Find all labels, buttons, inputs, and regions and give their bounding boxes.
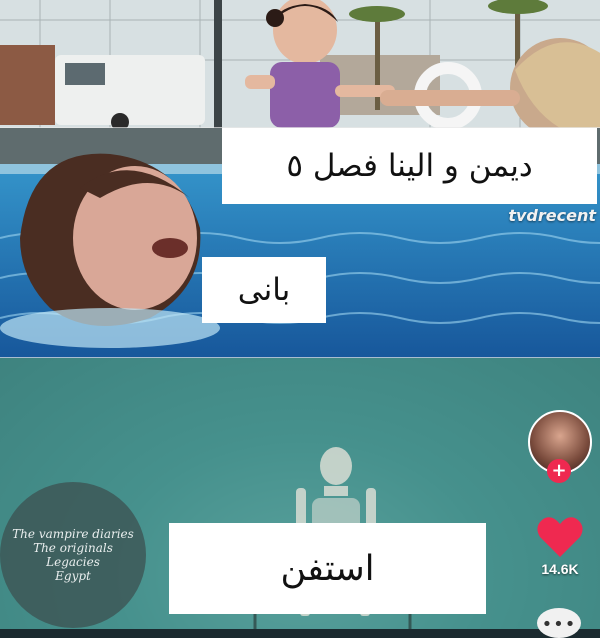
logo-line: The vampire diaries: [12, 527, 134, 541]
logo-line: Egypt: [55, 569, 91, 583]
top-panel-image: [0, 0, 600, 128]
logo-line: The originals: [33, 541, 113, 555]
ellipsis-icon[interactable]: •••: [537, 608, 581, 638]
caption-top: ديمن و الينا فصل ٥: [222, 128, 597, 204]
mother-child-scene: [0, 0, 600, 128]
heart-icon[interactable]: [536, 515, 584, 559]
channel-logo: The vampire diaries The originals Legaci…: [0, 482, 146, 628]
caption-bottom: استفن: [169, 523, 486, 614]
caption-middle: بانى: [202, 257, 326, 323]
watermark-text: tvdrecent: [508, 206, 596, 225]
logo-line: Legacies: [46, 555, 100, 569]
like-count: 14.6K: [541, 561, 579, 577]
plus-icon[interactable]: +: [547, 459, 571, 483]
